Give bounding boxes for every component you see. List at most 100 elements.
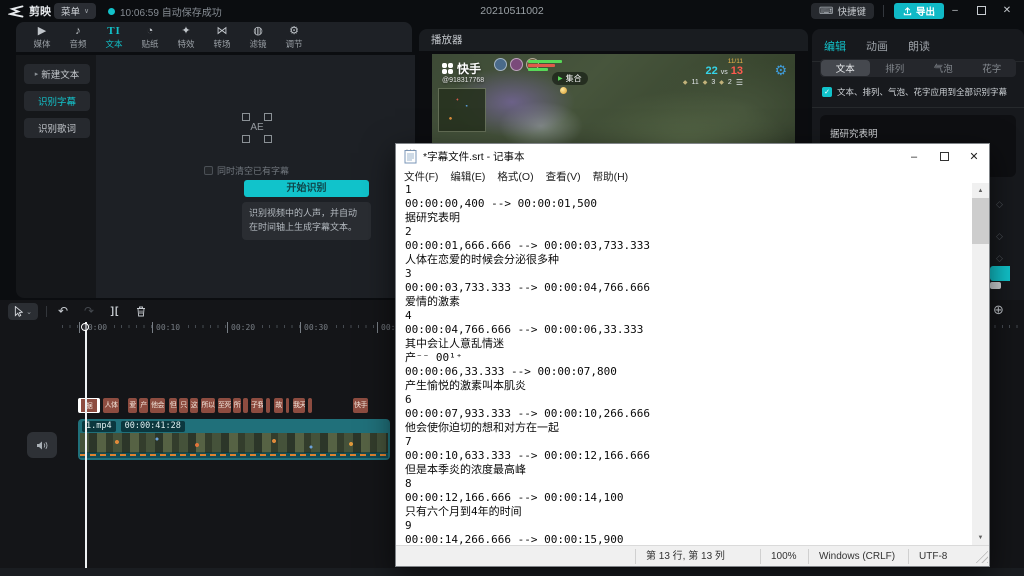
subtitle-clip[interactable]: 产 (139, 398, 148, 413)
media-label: 媒体 (33, 38, 51, 49)
delete-button[interactable] (131, 302, 151, 320)
notepad-maximize-button[interactable] (929, 144, 959, 169)
notepad-scrollbar[interactable]: ▲ ▼ (972, 183, 989, 545)
srt-line: 00:00:06,33.333 --> 00:00:07,800 (405, 365, 617, 378)
tab-reading[interactable]: 朗读 (908, 38, 930, 54)
divider (46, 306, 47, 317)
subtitle-clip[interactable]: 他会 (150, 398, 165, 413)
zoom-in-icon[interactable]: ⊕ (993, 302, 1004, 318)
video-clip-name: 1.mp4 (82, 421, 116, 432)
keyframe-diamond-icon[interactable]: ◇ (996, 253, 1003, 264)
window-minimize-button[interactable]: – (942, 0, 968, 20)
scrollbar-thumb[interactable] (972, 198, 989, 244)
ribbon-tool-effect[interactable]: ✦ 特效 (168, 25, 204, 49)
subtitle-clip[interactable]: 但 (169, 398, 177, 413)
subtitle-clip[interactable] (286, 398, 289, 413)
scroll-down-icon[interactable]: ▼ (972, 530, 989, 545)
apply-to-all-checkbox[interactable]: ✓ 文本、排列、气泡、花字应用到全部识别字幕 (822, 86, 1007, 98)
undo-button[interactable]: ↶ (53, 302, 73, 320)
split-button[interactable]: ][ (105, 302, 125, 320)
subtab-text[interactable]: 文本 (821, 60, 870, 76)
playhead[interactable] (85, 322, 87, 568)
srt-line: 00:00:10,633.333 --> 00:00:12,166.666 (405, 449, 651, 462)
subtitle-clip[interactable]: 至死 (218, 398, 231, 413)
notepad-minimize-button[interactable]: – (899, 144, 929, 169)
notepad-titlebar[interactable]: *字幕文件.srt - 记事本 – ✕ (396, 144, 989, 169)
shortcut-keys-button[interactable]: ⌨ 快捷键 (811, 3, 874, 19)
keyframe-diamond-icon[interactable]: ◇ (996, 231, 1003, 242)
speaker-icon (37, 441, 48, 449)
subtitle-clip[interactable] (243, 398, 248, 413)
transition-icon: ⋈ (216, 24, 228, 37)
subtab-art-text[interactable]: 花字 (968, 59, 1017, 77)
ribbon-tool-media[interactable]: ▶ 媒体 (24, 25, 60, 49)
subtab-bubble[interactable]: 气泡 (919, 59, 968, 77)
menu-file[interactable]: 文件(F) (398, 169, 444, 184)
audio-icon: ♪ (75, 24, 81, 37)
filter-label: 滤镜 (249, 38, 267, 49)
srt-line: 据研究表明 (405, 211, 460, 224)
encoding: UTF-8 (908, 548, 974, 564)
keyframe-diamond-icon[interactable]: ◇ (996, 199, 1003, 210)
menu-edit[interactable]: 编辑(E) (444, 169, 491, 184)
expand-arrow-icon: ▸ (34, 71, 39, 78)
subtitle-clip[interactable]: 这 (190, 398, 198, 413)
text-label: 文本 (105, 38, 123, 49)
subtitle-clip[interactable]: 快手 (353, 398, 368, 413)
player-header: 播放器 (419, 29, 808, 51)
track-mute-button[interactable] (27, 432, 57, 458)
resize-grip[interactable] (974, 549, 988, 563)
subtitle-clip[interactable] (308, 398, 312, 413)
srt-line: 人体在恋爱的时候会分泌很多种 (405, 253, 559, 266)
ribbon-tool-sticker[interactable]: ◔ 贴纸 (132, 25, 168, 49)
menu-format[interactable]: 格式(O) (491, 169, 539, 184)
select-tool-button[interactable]: ⌄ (8, 303, 38, 320)
ribbon-tool-adjust[interactable]: ⚙ 调节 (276, 25, 312, 49)
subtitle-clip[interactable]: 子我 (251, 398, 263, 413)
accent-button-fragment (990, 266, 1010, 281)
tab-animation[interactable]: 动画 (866, 38, 888, 54)
subtitle-clip[interactable]: 只 (179, 398, 188, 413)
sidebar-item-recognize-lyrics[interactable]: 识别歌词 (24, 118, 90, 138)
video-clip[interactable]: 1.mp4 00:00:41:28 (78, 419, 390, 460)
notepad-close-button[interactable]: ✕ (959, 144, 989, 169)
menu-view[interactable]: 查看(V) (540, 169, 587, 184)
subtitle-clip[interactable]: 据 (78, 398, 100, 413)
subtitle-clip[interactable]: 爱 (128, 398, 137, 413)
window-close-button[interactable]: ✕ (994, 0, 1020, 20)
subtitle-clip[interactable]: 故 (274, 398, 283, 413)
export-button[interactable]: 导出 (893, 3, 944, 19)
ribbon-tool-transition[interactable]: ⋈ 转场 (204, 24, 240, 49)
menu-help[interactable]: 帮助(H) (587, 169, 635, 184)
audio-waveform (80, 452, 388, 458)
notepad-window: *字幕文件.srt - 记事本 – ✕ 文件(F) 编辑(E) 格式(O) 查看(V)… (395, 143, 990, 567)
window-maximize-button[interactable] (968, 0, 994, 20)
edit-panel-subtabs: 文本 排列 气泡 花字 (820, 59, 1016, 77)
subtitle-clip[interactable]: 我天 (293, 398, 305, 413)
trash-icon (137, 306, 145, 316)
start-recognition-button[interactable]: 开始识别 (244, 180, 369, 197)
ribbon-tool-text[interactable]: TI 文本 (96, 25, 132, 49)
tab-edit[interactable]: 编辑 (824, 38, 846, 54)
clear-existing-subtitles-checkbox[interactable]: 同时清空已有字幕 (204, 164, 289, 177)
sidebar-item-recognize-subtitle[interactable]: 识别字幕 (24, 91, 90, 111)
notepad-text-area[interactable]: 1 00:00:00,400 --> 00:00:01,500 据研究表明 2 00:0… (396, 183, 972, 545)
subtitle-clip[interactable]: 人体 (103, 398, 119, 413)
srt-line: 爱情的激素 (405, 295, 460, 308)
redo-button[interactable]: ↷ (79, 302, 99, 320)
playhead-handle[interactable] (81, 323, 89, 331)
play-icon: ▶ (558, 76, 563, 82)
subtitle-clip[interactable]: 所 (233, 398, 241, 413)
ribbon-tool-filter[interactable]: ◍ 滤镜 (240, 25, 276, 49)
transition-label: 转场 (213, 38, 231, 49)
subtitle-clip[interactable]: 所以 (201, 398, 215, 413)
subtitle-clip[interactable] (266, 398, 270, 413)
srt-line: 00:00:03,733.333 --> 00:00:04,766.666 (405, 281, 651, 294)
divider (883, 5, 884, 17)
ribbon-tool-audio[interactable]: ♪ 音频 (60, 24, 96, 49)
notepad-statusbar: 第 13 行, 第 13 列 100% Windows (CRLF) UTF-8 (396, 545, 989, 566)
subtab-arrange[interactable]: 排列 (871, 59, 920, 77)
sidebar-item-new-text[interactable]: ▸ 新建文本 (24, 64, 90, 84)
video-clip-duration: 00:00:41:28 (120, 421, 185, 432)
scroll-up-icon[interactable]: ▲ (972, 183, 989, 198)
